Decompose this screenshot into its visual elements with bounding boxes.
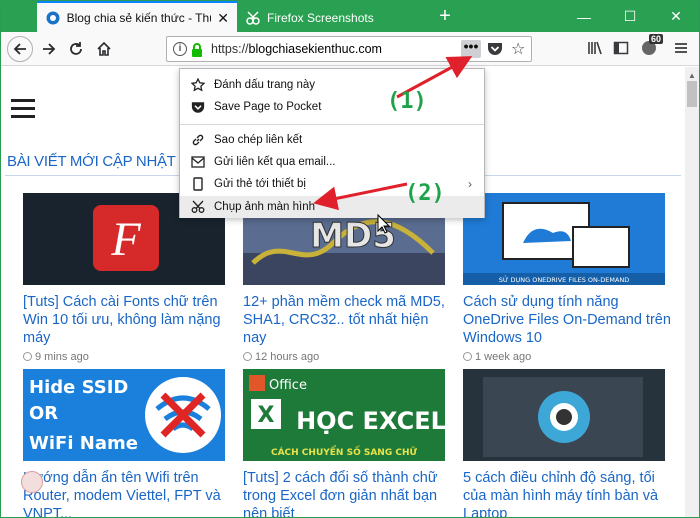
annotation-label-2: (2) (405, 181, 445, 206)
annotation-layer (313, 56, 473, 234)
annotation-arrow-2 (313, 182, 408, 211)
mouse-cursor-icon (377, 213, 391, 234)
annotation-label-1: (1) (387, 89, 427, 114)
browser-window: Blog chia sẻ kiến thức - Thủ thu ✕ Firef… (0, 0, 700, 518)
